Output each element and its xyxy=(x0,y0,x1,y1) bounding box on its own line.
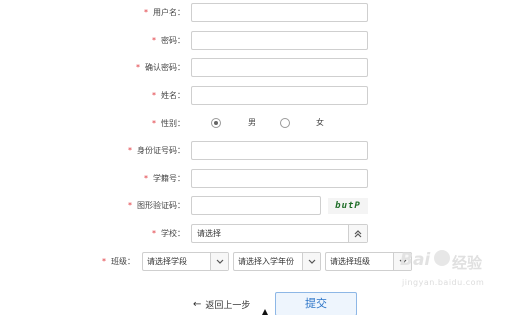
enrollment-year-select[interactable]: 请选择入学年份 xyxy=(233,252,321,271)
gender-female-label: 女 xyxy=(316,118,324,127)
back-link[interactable]: ← 返回上一步 xyxy=(193,298,250,311)
enrollment-year-select-value: 请选择入学年份 xyxy=(238,257,294,266)
required-star: * xyxy=(152,119,156,128)
password-row: * 密码： xyxy=(0,31,520,51)
school-value: 请选择 xyxy=(197,229,221,238)
stage-select[interactable]: 请选择学段 xyxy=(142,252,229,271)
name-input[interactable] xyxy=(191,86,368,105)
required-star: * xyxy=(128,201,132,210)
class-select[interactable]: 请选择班级 xyxy=(325,252,412,271)
watermark-logo-suffix: 经验 xyxy=(452,254,483,272)
gender-option-female[interactable]: 女 xyxy=(280,117,324,128)
username-label: * 用户名： xyxy=(144,8,185,17)
chevron-down-icon xyxy=(308,259,315,264)
school-select[interactable]: 请选择 xyxy=(191,224,368,243)
id-number-row: * 身份证号码： xyxy=(0,141,520,161)
student-id-row: * 学籍号： xyxy=(0,169,520,189)
required-star: * xyxy=(144,8,148,17)
watermark-url: jingyan.baidu.com xyxy=(402,278,485,287)
name-row: * 姓名： xyxy=(0,86,520,106)
school-row: * 学校： 请选择 xyxy=(0,224,520,244)
captcha-image[interactable]: butP xyxy=(328,198,368,214)
stage-select-value: 请选择学段 xyxy=(147,257,187,266)
gender-option-male[interactable]: 男 xyxy=(211,117,256,128)
class-select-value: 请选择班级 xyxy=(330,257,370,266)
watermark: Bai 经验 jingyan.baidu.com xyxy=(400,248,500,298)
chevron-down-icon xyxy=(216,259,223,264)
expand-up-icon xyxy=(354,229,362,237)
password-input[interactable] xyxy=(191,31,368,50)
id-number-label: * 身份证号码： xyxy=(128,146,185,155)
back-label: 返回上一步 xyxy=(205,301,251,311)
student-id-label: * 学籍号： xyxy=(144,174,185,183)
confirm-password-input[interactable] xyxy=(191,58,368,77)
student-id-input[interactable] xyxy=(191,169,368,188)
id-number-input[interactable] xyxy=(191,141,368,160)
radio-male[interactable] xyxy=(211,117,221,128)
radio-female[interactable] xyxy=(280,117,290,128)
gender-label: * 性别： xyxy=(152,119,185,128)
password-label: * 密码： xyxy=(152,36,185,45)
required-star: * xyxy=(136,63,140,72)
school-select-button[interactable] xyxy=(348,225,367,242)
username-row: * 用户名： xyxy=(0,3,520,23)
required-star: * xyxy=(102,257,106,266)
captcha-input[interactable] xyxy=(191,196,321,215)
required-star: * xyxy=(152,91,156,100)
name-label: * 姓名： xyxy=(152,91,185,100)
watermark-logo: Bai xyxy=(400,250,431,270)
required-star: * xyxy=(152,229,156,238)
enrollment-year-select-button[interactable] xyxy=(302,253,320,270)
gender-male-label: 男 xyxy=(248,118,256,127)
paw-icon xyxy=(434,250,450,266)
captcha-label: * 图形验证码： xyxy=(128,201,185,210)
required-star: * xyxy=(128,146,132,155)
submit-button[interactable]: 提交 xyxy=(275,292,357,315)
confirm-password-label: * 确认密码： xyxy=(136,63,185,72)
class-label: * 班级： xyxy=(102,257,135,266)
arrow-left-icon: ← xyxy=(193,299,202,310)
required-star: * xyxy=(152,36,156,45)
confirm-password-row: * 确认密码： xyxy=(0,58,520,78)
stage-select-button[interactable] xyxy=(210,253,228,270)
gender-row: * 性别： 男 女 xyxy=(0,114,520,134)
captcha-row: * 图形验证码： butP xyxy=(0,196,520,216)
required-star: * xyxy=(144,174,148,183)
username-input[interactable] xyxy=(191,3,368,22)
school-label: * 学校： xyxy=(152,229,185,238)
mouse-cursor xyxy=(262,309,268,315)
